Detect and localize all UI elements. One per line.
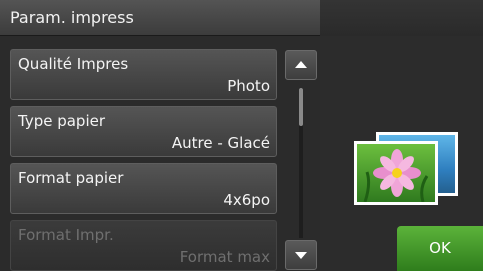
menu-item-print-quality[interactable]: Qualité Impres Photo xyxy=(10,49,277,100)
arrow-down-icon xyxy=(295,252,307,259)
menu-item-value: Photo xyxy=(227,77,270,95)
flower-image xyxy=(357,144,435,203)
menu-item-label: Type papier xyxy=(18,112,106,130)
preview-header xyxy=(320,0,483,36)
flower-photo-icon xyxy=(354,141,438,205)
menu-item-value: 4x6po xyxy=(223,191,270,209)
arrow-up-icon xyxy=(295,61,307,68)
menu-item-label: Qualité Impres xyxy=(18,55,129,73)
page-title: Param. impress xyxy=(10,8,134,27)
menu-item-paper-type[interactable]: Type papier Autre - Glacé xyxy=(10,106,277,157)
menu-item-paper-size[interactable]: Format papier 4x6po xyxy=(10,163,277,214)
screen-header: Param. impress xyxy=(0,0,320,36)
menu-item-value: Format max xyxy=(179,248,270,266)
scroll-down-button[interactable] xyxy=(285,240,317,270)
scrollbar-track[interactable] xyxy=(299,88,303,238)
ok-button[interactable]: OK xyxy=(397,226,483,271)
menu-item-print-format: Format Impr. Format max xyxy=(10,220,277,271)
scrollbar-thumb[interactable] xyxy=(299,88,303,126)
scroll-up-button[interactable] xyxy=(285,50,317,80)
menu-item-value: Autre - Glacé xyxy=(171,134,270,152)
menu-item-label: Format papier xyxy=(18,169,124,187)
menu-item-label: Format Impr. xyxy=(18,226,114,244)
